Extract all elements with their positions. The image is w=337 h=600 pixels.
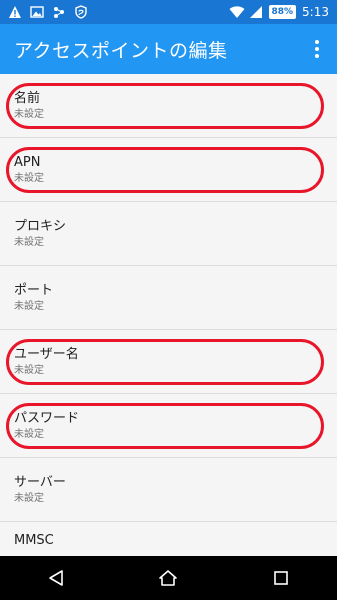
back-button[interactable] bbox=[36, 556, 76, 600]
shield-icon bbox=[74, 5, 88, 19]
setting-title: ポート bbox=[14, 282, 54, 298]
overflow-menu-icon bbox=[315, 40, 319, 58]
warning-icon bbox=[8, 5, 22, 19]
home-icon bbox=[159, 570, 178, 586]
setting-title: APN bbox=[14, 154, 41, 170]
setting-title: ユーザー名 bbox=[14, 346, 79, 362]
recents-button[interactable] bbox=[261, 556, 301, 600]
setting-value: 未設定 bbox=[14, 428, 44, 440]
setting-server[interactable]: サーバー 未設定 bbox=[0, 458, 337, 522]
setting-mmsc[interactable]: MMSC bbox=[0, 522, 337, 556]
setting-username[interactable]: ユーザー名 未設定 bbox=[0, 330, 337, 394]
setting-proxy[interactable]: プロキシ 未設定 bbox=[0, 202, 337, 266]
network-icon bbox=[52, 5, 66, 19]
setting-value: 未設定 bbox=[14, 172, 44, 184]
setting-password[interactable]: パスワード 未設定 bbox=[0, 394, 337, 458]
status-bar: 88% 5:13 bbox=[0, 0, 337, 24]
home-button[interactable] bbox=[148, 556, 188, 600]
setting-apn[interactable]: APN 未設定 bbox=[0, 138, 337, 202]
overflow-menu-button[interactable] bbox=[297, 24, 337, 74]
setting-value: 未設定 bbox=[14, 300, 44, 312]
app-bar: アクセスポイントの編集 bbox=[0, 24, 337, 74]
wifi-icon bbox=[229, 5, 244, 19]
setting-title: パスワード bbox=[14, 410, 80, 426]
setting-port[interactable]: ポート 未設定 bbox=[0, 266, 337, 330]
setting-title: プロキシ bbox=[14, 218, 67, 234]
recents-icon bbox=[274, 571, 288, 585]
settings-list: 名前 未設定 APN 未設定 プロキシ 未設定 ポート 未設定 ユーザー名 未設… bbox=[0, 74, 337, 556]
signal-icon bbox=[249, 5, 263, 19]
setting-title: MMSC bbox=[14, 533, 54, 548]
image-icon bbox=[30, 5, 44, 19]
setting-title: サーバー bbox=[14, 474, 66, 490]
back-icon bbox=[49, 570, 63, 586]
setting-value: 未設定 bbox=[14, 108, 44, 120]
battery-level: 88% bbox=[268, 5, 297, 19]
clock-time: 5:13 bbox=[302, 5, 329, 19]
page-title: アクセスポイントの編集 bbox=[14, 39, 228, 62]
setting-title: 名前 bbox=[14, 90, 41, 106]
setting-value: 未設定 bbox=[14, 492, 44, 504]
navigation-bar bbox=[0, 556, 337, 600]
setting-value: 未設定 bbox=[14, 236, 44, 248]
setting-value: 未設定 bbox=[14, 364, 44, 376]
setting-name[interactable]: 名前 未設定 bbox=[0, 74, 337, 138]
